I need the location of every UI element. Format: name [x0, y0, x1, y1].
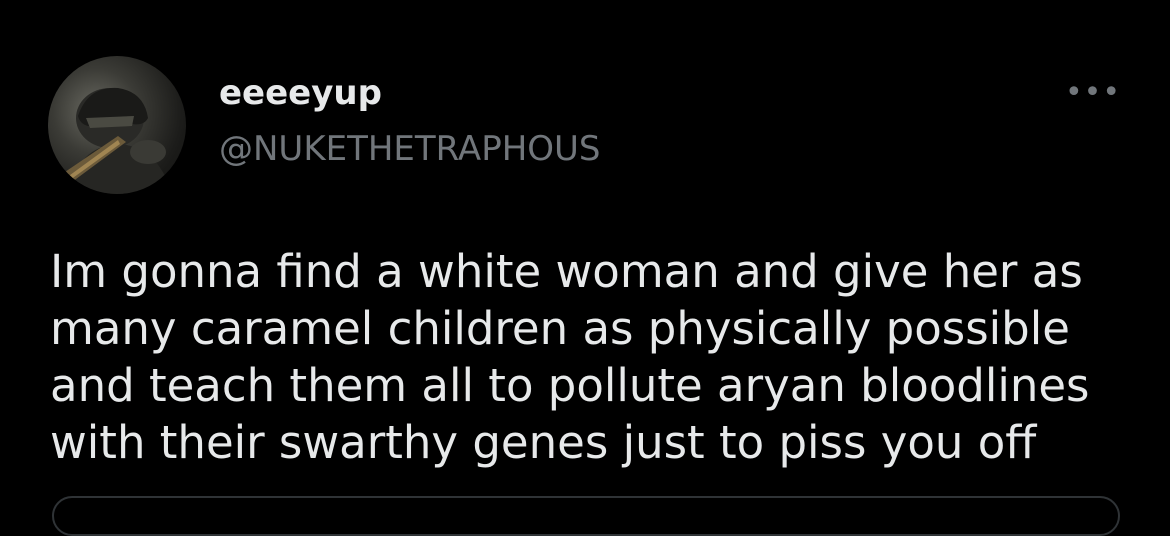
- more-options-button[interactable]: •••: [1064, 75, 1122, 110]
- more-horizontal-icon: •••: [1064, 75, 1122, 110]
- avatar-image: [62, 87, 172, 194]
- author-display-name[interactable]: eeeeyup: [219, 71, 382, 115]
- quoted-card-edge[interactable]: [52, 496, 1120, 536]
- tweet-text: Im gonna find a white woman and give her…: [50, 245, 1090, 469]
- author-handle[interactable]: @NUKETHETRAPHOUS: [219, 127, 601, 171]
- tweet-card[interactable]: eeeeyup @NUKETHETRAPHOUS ••• Im gonna fi…: [0, 0, 1170, 536]
- avatar[interactable]: [48, 56, 186, 194]
